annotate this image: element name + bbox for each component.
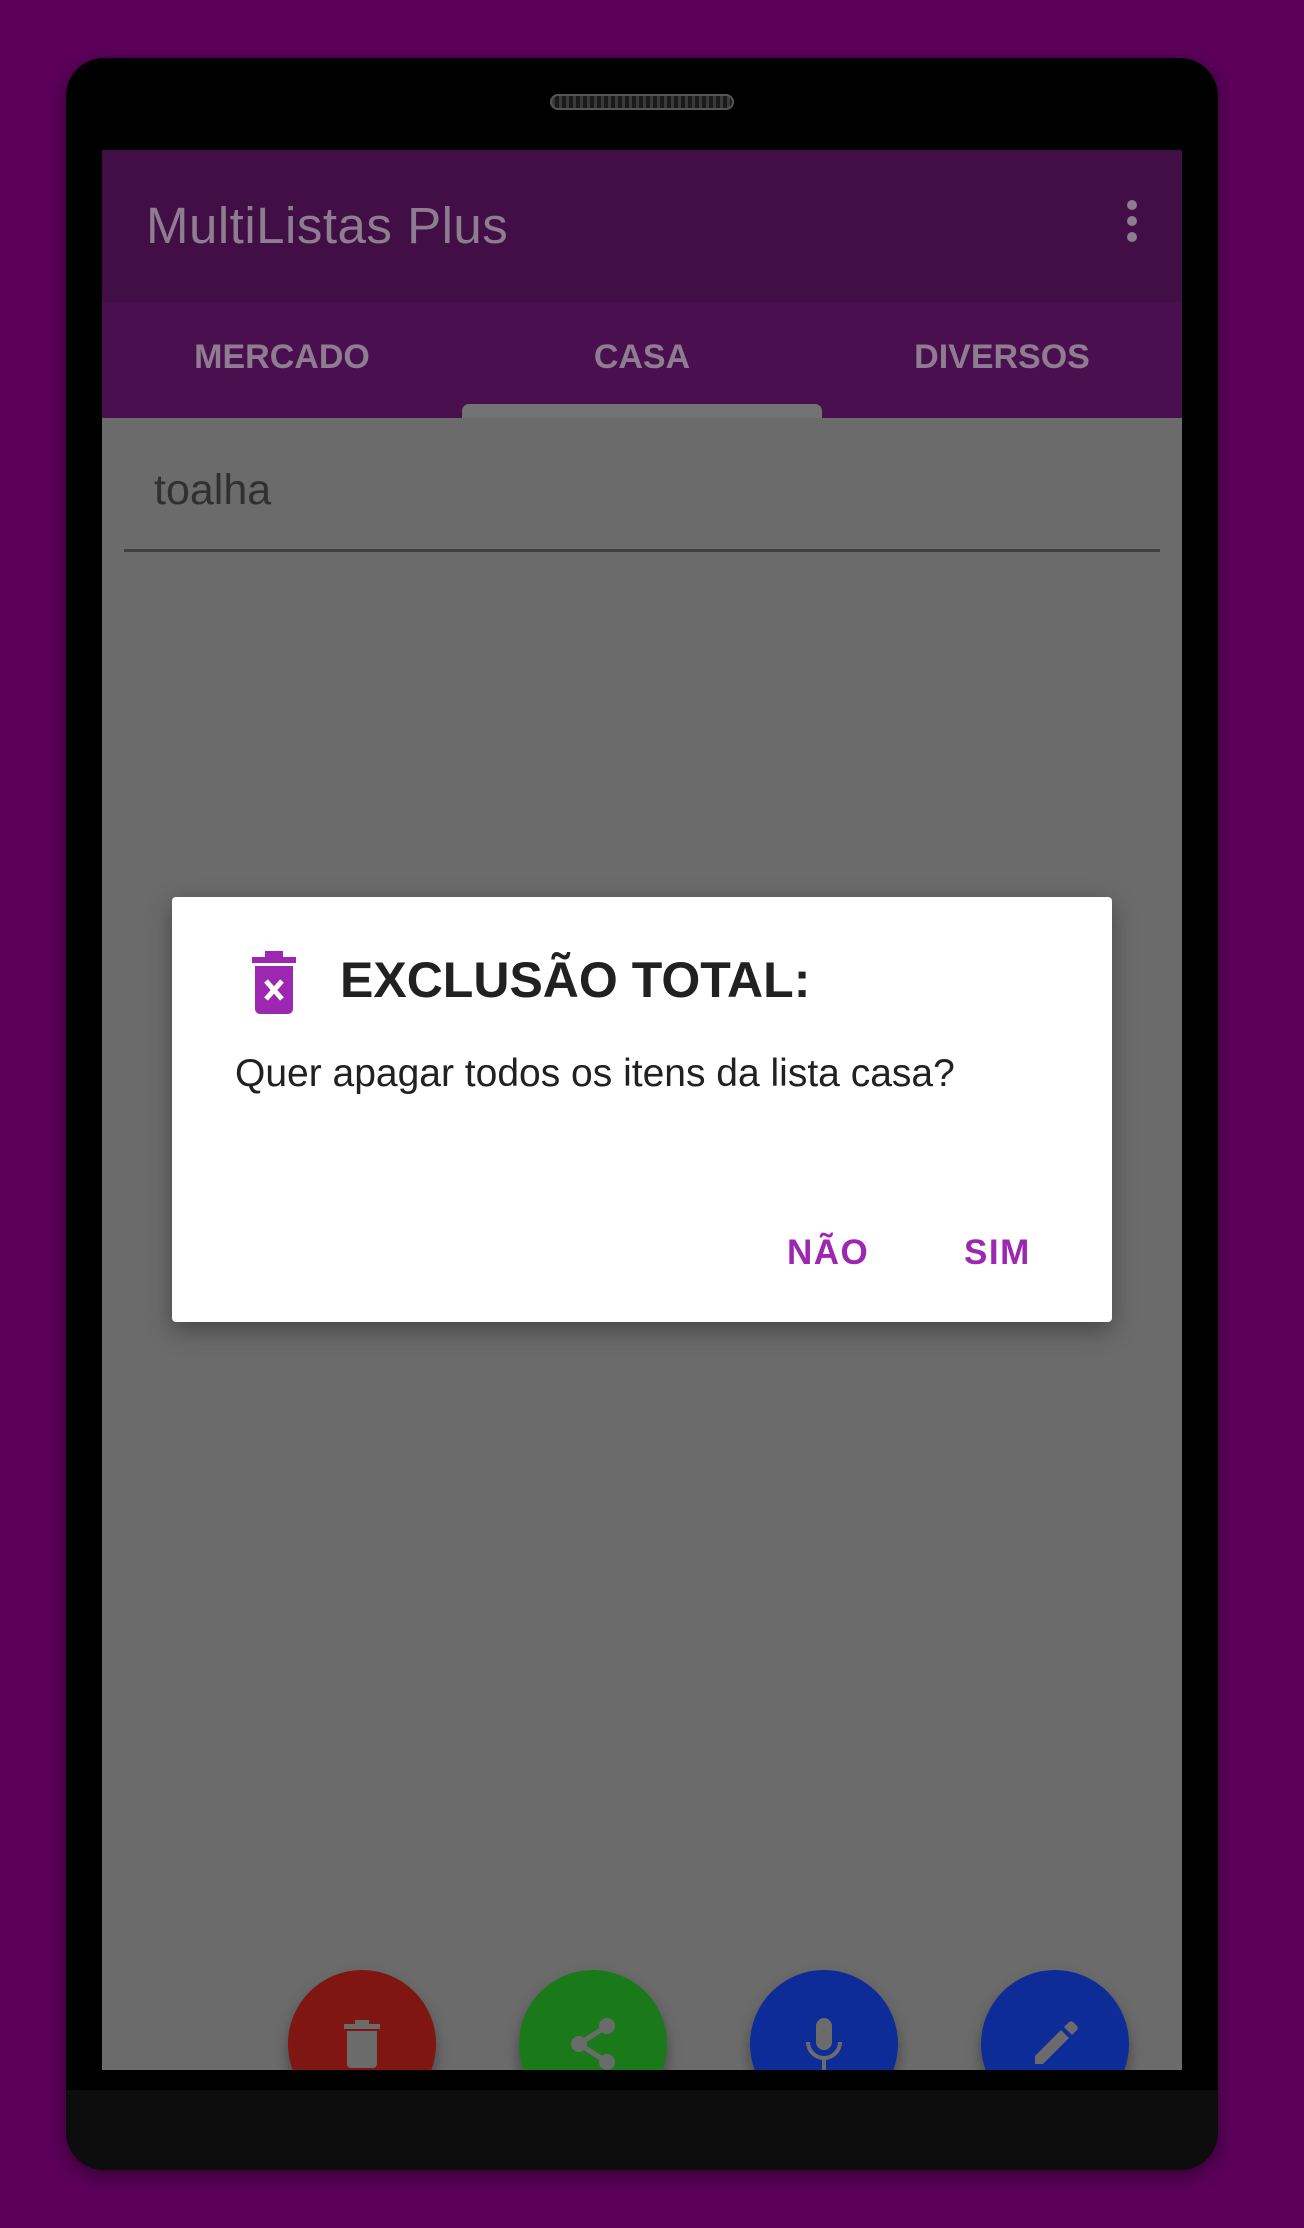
item-input-value: toalha — [154, 466, 272, 514]
overflow-menu-icon[interactable] — [1122, 200, 1142, 248]
phone-chin — [66, 2090, 1218, 2170]
dialog-title: EXCLUSÃO TOTAL: — [340, 952, 811, 1008]
tab-diversos[interactable]: DIVERSOS — [822, 302, 1182, 418]
tab-bar: MERCADO CASA DIVERSOS — [102, 302, 1182, 418]
app-title: MultiListas Plus — [146, 197, 509, 254]
app-bar: MultiListas Plus — [102, 150, 1182, 302]
trash-x-icon — [252, 951, 296, 1014]
trash-icon — [344, 2020, 380, 2068]
tab-indicator — [462, 404, 822, 418]
microphone-icon — [806, 2018, 842, 2070]
no-button[interactable]: NÃO — [777, 1227, 879, 1279]
dialog-message: Quer apagar todos os itens da lista casa… — [235, 1052, 955, 1095]
tab-label: MERCADO — [194, 338, 370, 376]
speaker-grille — [550, 94, 734, 110]
tab-label: CASA — [593, 338, 691, 376]
share-icon — [571, 2018, 615, 2070]
delete-all-dialog: EXCLUSÃO TOTAL: Quer apagar todos os ite… — [172, 897, 1112, 1322]
yes-button[interactable]: SIM — [954, 1227, 1041, 1279]
item-input[interactable]: toalha — [124, 418, 1160, 552]
tab-casa[interactable]: CASA — [462, 302, 822, 418]
tab-label: DIVERSOS — [914, 338, 1090, 376]
tab-mercado[interactable]: MERCADO — [102, 302, 462, 418]
pencil-icon — [1035, 2021, 1078, 2064]
